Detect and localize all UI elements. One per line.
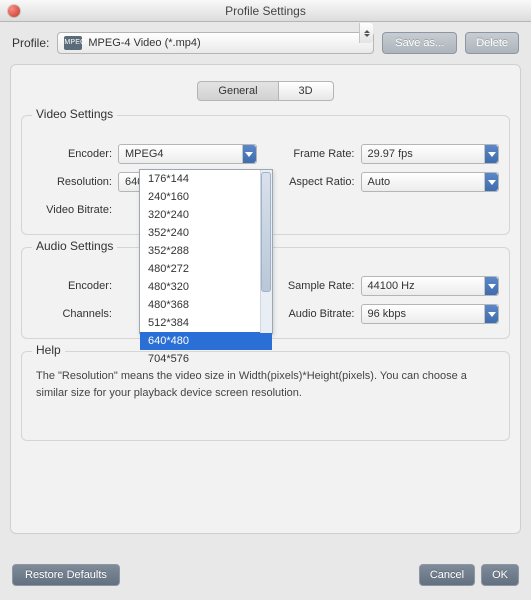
titlebar: Profile Settings bbox=[0, 0, 531, 22]
video-settings-legend: Video Settings bbox=[32, 107, 117, 121]
sample-rate-field: Sample Rate: 44100 Hz bbox=[275, 276, 500, 296]
frame-rate-select[interactable]: 29.97 fps bbox=[361, 144, 500, 164]
tab-3d[interactable]: 3D bbox=[279, 81, 334, 101]
restore-defaults-button[interactable]: Restore Defaults bbox=[12, 564, 120, 586]
aspect-ratio-select[interactable]: Auto bbox=[361, 172, 500, 192]
video-encoder-label: Encoder: bbox=[32, 148, 112, 160]
frame-rate-label: Frame Rate: bbox=[275, 148, 355, 160]
help-legend: Help bbox=[32, 343, 65, 357]
audio-bitrate-select[interactable]: 96 kbps bbox=[361, 304, 500, 324]
resolution-option[interactable]: 320*240 bbox=[140, 206, 272, 224]
sample-rate-label: Sample Rate: bbox=[275, 280, 355, 292]
audio-bitrate-label: Audio Bitrate: bbox=[275, 308, 355, 320]
resolution-option[interactable]: 512*384 bbox=[140, 314, 272, 332]
chevron-down-icon bbox=[359, 23, 373, 43]
main-panel: General 3D Video Settings Encoder: MPEG4… bbox=[10, 64, 521, 534]
scrollbar-thumb[interactable] bbox=[261, 172, 271, 292]
resolution-option[interactable]: 240*160 bbox=[140, 188, 272, 206]
resolution-option[interactable]: 480*320 bbox=[140, 278, 272, 296]
ok-button[interactable]: OK bbox=[481, 564, 519, 586]
chevron-down-icon bbox=[484, 173, 498, 191]
window-title: Profile Settings bbox=[0, 4, 531, 18]
video-bitrate-label: Video Bitrate: bbox=[32, 204, 112, 216]
profile-label: Profile: bbox=[12, 36, 49, 50]
aspect-ratio-value: Auto bbox=[368, 176, 391, 188]
audio-encoder-label: Encoder: bbox=[32, 280, 112, 292]
frame-rate-field: Frame Rate: 29.97 fps bbox=[275, 144, 500, 164]
mpeg-badge-icon: MPEG bbox=[64, 36, 82, 50]
profile-value: MPEG-4 Video (*.mp4) bbox=[88, 37, 200, 49]
resolution-option[interactable]: 640*480 bbox=[140, 332, 272, 350]
resolution-option[interactable]: 480*368 bbox=[140, 296, 272, 314]
video-encoder-select[interactable]: MPEG4 bbox=[118, 144, 257, 164]
tabs: General 3D bbox=[21, 81, 510, 101]
sample-rate-select[interactable]: 44100 Hz bbox=[361, 276, 500, 296]
aspect-ratio-field: Aspect Ratio: Auto bbox=[275, 172, 500, 192]
channels-label: Channels: bbox=[32, 308, 112, 320]
resolution-option[interactable]: 704*576 bbox=[140, 350, 272, 368]
audio-settings-legend: Audio Settings bbox=[32, 239, 117, 253]
sample-rate-value: 44100 Hz bbox=[368, 280, 415, 292]
cancel-button[interactable]: Cancel bbox=[419, 564, 475, 586]
help-text: The "Resolution" means the video size in… bbox=[36, 368, 495, 401]
resolution-option[interactable]: 352*288 bbox=[140, 242, 272, 260]
resolution-option[interactable]: 176*144 bbox=[140, 170, 272, 188]
aspect-ratio-label: Aspect Ratio: bbox=[275, 176, 355, 188]
chevron-down-icon bbox=[484, 145, 498, 163]
footer: Restore Defaults Cancel OK bbox=[0, 554, 531, 600]
resolution-option[interactable]: 480*272 bbox=[140, 260, 272, 278]
scrollbar[interactable] bbox=[260, 170, 272, 333]
resolution-label: Resolution: bbox=[32, 176, 112, 188]
chevron-down-icon bbox=[242, 145, 256, 163]
delete-button[interactable]: Delete bbox=[465, 32, 519, 54]
video-encoder-value: MPEG4 bbox=[125, 148, 164, 160]
resolution-option[interactable]: 352*240 bbox=[140, 224, 272, 242]
audio-bitrate-field: Audio Bitrate: 96 kbps bbox=[275, 304, 500, 324]
tab-general[interactable]: General bbox=[197, 81, 278, 101]
chevron-down-icon bbox=[484, 277, 498, 295]
video-encoder-field: Encoder: MPEG4 bbox=[32, 144, 257, 164]
save-as-button[interactable]: Save as... bbox=[382, 32, 457, 54]
chevron-down-icon bbox=[484, 305, 498, 323]
profile-row: Profile: MPEG MPEG-4 Video (*.mp4) Save … bbox=[0, 22, 531, 64]
frame-rate-value: 29.97 fps bbox=[368, 148, 413, 160]
profile-select[interactable]: MPEG MPEG-4 Video (*.mp4) bbox=[57, 32, 374, 54]
resolution-dropdown[interactable]: 176*144240*160320*240352*240352*288480*2… bbox=[139, 169, 273, 334]
audio-bitrate-value: 96 kbps bbox=[368, 308, 407, 320]
